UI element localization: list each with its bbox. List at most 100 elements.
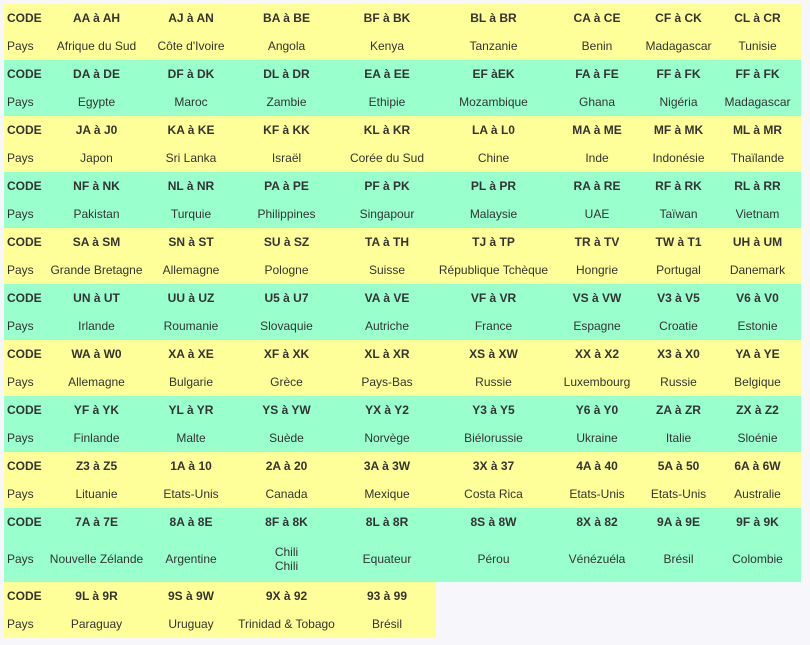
empty-cell (643, 610, 714, 638)
country-cell: Brésil (643, 536, 714, 582)
code-range-cell: Y3 à Y5 (436, 396, 551, 424)
code-range-cell: YS à YW (235, 396, 338, 424)
country-cell: Russie (436, 368, 551, 396)
country-cell: Russie (643, 368, 714, 396)
country-cell: Afrique du Sud (46, 32, 147, 60)
country-cell: Mexique (338, 480, 436, 508)
country-cell: Grèce (235, 368, 338, 396)
empty-cell (551, 610, 643, 638)
country-row: Pays Afrique du Sud Côte d'Ivoire Angola Ken… (4, 32, 801, 60)
code-range-cell: 5A à 50 (643, 452, 714, 480)
empty-cell (714, 582, 801, 610)
code-range-cell: UU à UZ (147, 284, 235, 312)
code-row: CODE 9L à 9R 9S à 9W 9X à 92 93 à 99 (4, 582, 801, 610)
code-range-cell: FF à FK (714, 60, 801, 88)
code-range-cell: UH à UM (714, 228, 801, 256)
country-cell: Turquie (147, 200, 235, 228)
country-row: Pays Lituanie Etats-Unis Canada Mexique Costa… (4, 480, 801, 508)
code-label: CODE (4, 452, 46, 480)
country-cell: Portugal (643, 256, 714, 284)
country-cell: Chine (436, 144, 551, 172)
code-range-cell: 9X à 92 (235, 582, 338, 610)
code-row: CODE YF à YK YL à YR YS à YW YX à Y2 Y3 à Y5 Y… (4, 396, 801, 424)
country-row: Pays Japon Sri Lanka Israël Corée du Sud Chin… (4, 144, 801, 172)
code-range-cell: RF à RK (643, 172, 714, 200)
code-range-cell: 8A à 8E (147, 508, 235, 536)
country-cell: Trinidad & Tobago (235, 610, 338, 638)
table-body: CODE AA à AH AJ à AN BA à BE BF à BK BL à BR C… (4, 4, 801, 638)
country-cell: Vietnam (714, 200, 801, 228)
country-cell: Zambie (235, 88, 338, 116)
country-cell: Malte (147, 424, 235, 452)
code-range-cell: TA à TH (338, 228, 436, 256)
country-cell: Norvège (338, 424, 436, 452)
country-cell: Espagne (551, 312, 643, 340)
empty-cell (714, 610, 801, 638)
code-range-cell: 9A à 9E (643, 508, 714, 536)
country-label: Pays (4, 256, 46, 284)
code-row: CODE WA à W0 XA à XE XF à XK XL à XR XS à XW X… (4, 340, 801, 368)
code-range-cell: 3A à 3W (338, 452, 436, 480)
code-label: CODE (4, 4, 46, 32)
country-cell: Luxembourg (551, 368, 643, 396)
code-range-cell: EF àEK (436, 60, 551, 88)
code-row: CODE NF à NK NL à NR PA à PE PF à PK PL à PR R… (4, 172, 801, 200)
country-label: Pays (4, 424, 46, 452)
code-range-cell: CL à CR (714, 4, 801, 32)
country-cell: Nigéria (643, 88, 714, 116)
country-cell: Biélorussie (436, 424, 551, 452)
code-range-cell: 2A à 20 (235, 452, 338, 480)
code-range-cell: AJ à AN (147, 4, 235, 32)
code-range-cell: 8S à 8W (436, 508, 551, 536)
country-name-line: Chili (274, 559, 299, 573)
code-range-cell: ZX à Z2 (714, 396, 801, 424)
code-range-cell: BL à BR (436, 4, 551, 32)
country-cell: Nouvelle Zélande (46, 536, 147, 582)
code-range-cell: PA à PE (235, 172, 338, 200)
code-range-cell: NL à NR (147, 172, 235, 200)
country-label: Pays (4, 144, 46, 172)
code-range-cell: MA à ME (551, 116, 643, 144)
country-cell: République Tchèque (436, 256, 551, 284)
code-row: CODE SA à SM SN à ST SU à SZ TA à TH TJ à TP T… (4, 228, 801, 256)
country-name-line: Chili (274, 545, 299, 559)
code-label: CODE (4, 508, 46, 536)
code-range-cell: X3 à X0 (643, 340, 714, 368)
country-cell: Maroc (147, 88, 235, 116)
code-range-cell: DA à DE (46, 60, 147, 88)
country-label: Pays (4, 536, 46, 582)
code-range-cell: RL à RR (714, 172, 801, 200)
country-row: Pays Irlande Roumanie Slovaquie Autriche Fran… (4, 312, 801, 340)
code-range-cell: SU à SZ (235, 228, 338, 256)
code-range-cell: 9L à 9R (46, 582, 147, 610)
code-range-cell: 93 à 99 (338, 582, 436, 610)
country-cell: Tunisie (714, 32, 801, 60)
country-cell: Allemagne (147, 256, 235, 284)
code-range-cell: DL à DR (235, 60, 338, 88)
country-cell: Pologne (235, 256, 338, 284)
code-range-cell: 8F à 8K (235, 508, 338, 536)
country-cell: Angola (235, 32, 338, 60)
code-row: CODE UN à UT UU à UZ U5 à U7 VA à VE VF à VR V… (4, 284, 801, 312)
country-cell: Suède (235, 424, 338, 452)
country-cell: Ghana (551, 88, 643, 116)
country-cell: Colombie (714, 536, 801, 582)
country-cell: Malaysie (436, 200, 551, 228)
code-range-cell: UN à UT (46, 284, 147, 312)
code-range-cell: SA à SM (46, 228, 147, 256)
code-range-cell: RA à RE (551, 172, 643, 200)
country-cell: Costa Rica (436, 480, 551, 508)
code-range-cell: KF à KK (235, 116, 338, 144)
code-range-cell: EA à EE (338, 60, 436, 88)
country-row: Pays Egypte Maroc Zambie Ethipie Mozambique Gh… (4, 88, 801, 116)
country-cell: Ukraine (551, 424, 643, 452)
country-cell: Sri Lanka (147, 144, 235, 172)
country-cell: Japon (46, 144, 147, 172)
code-range-cell: V6 à V0 (714, 284, 801, 312)
code-range-cell: VA à VE (338, 284, 436, 312)
country-cell: Mozambique (436, 88, 551, 116)
country-cell: Etats-Unis (147, 480, 235, 508)
code-range-cell: XX à X2 (551, 340, 643, 368)
country-cell: Croatie (643, 312, 714, 340)
country-cell: Vénézuéla (551, 536, 643, 582)
